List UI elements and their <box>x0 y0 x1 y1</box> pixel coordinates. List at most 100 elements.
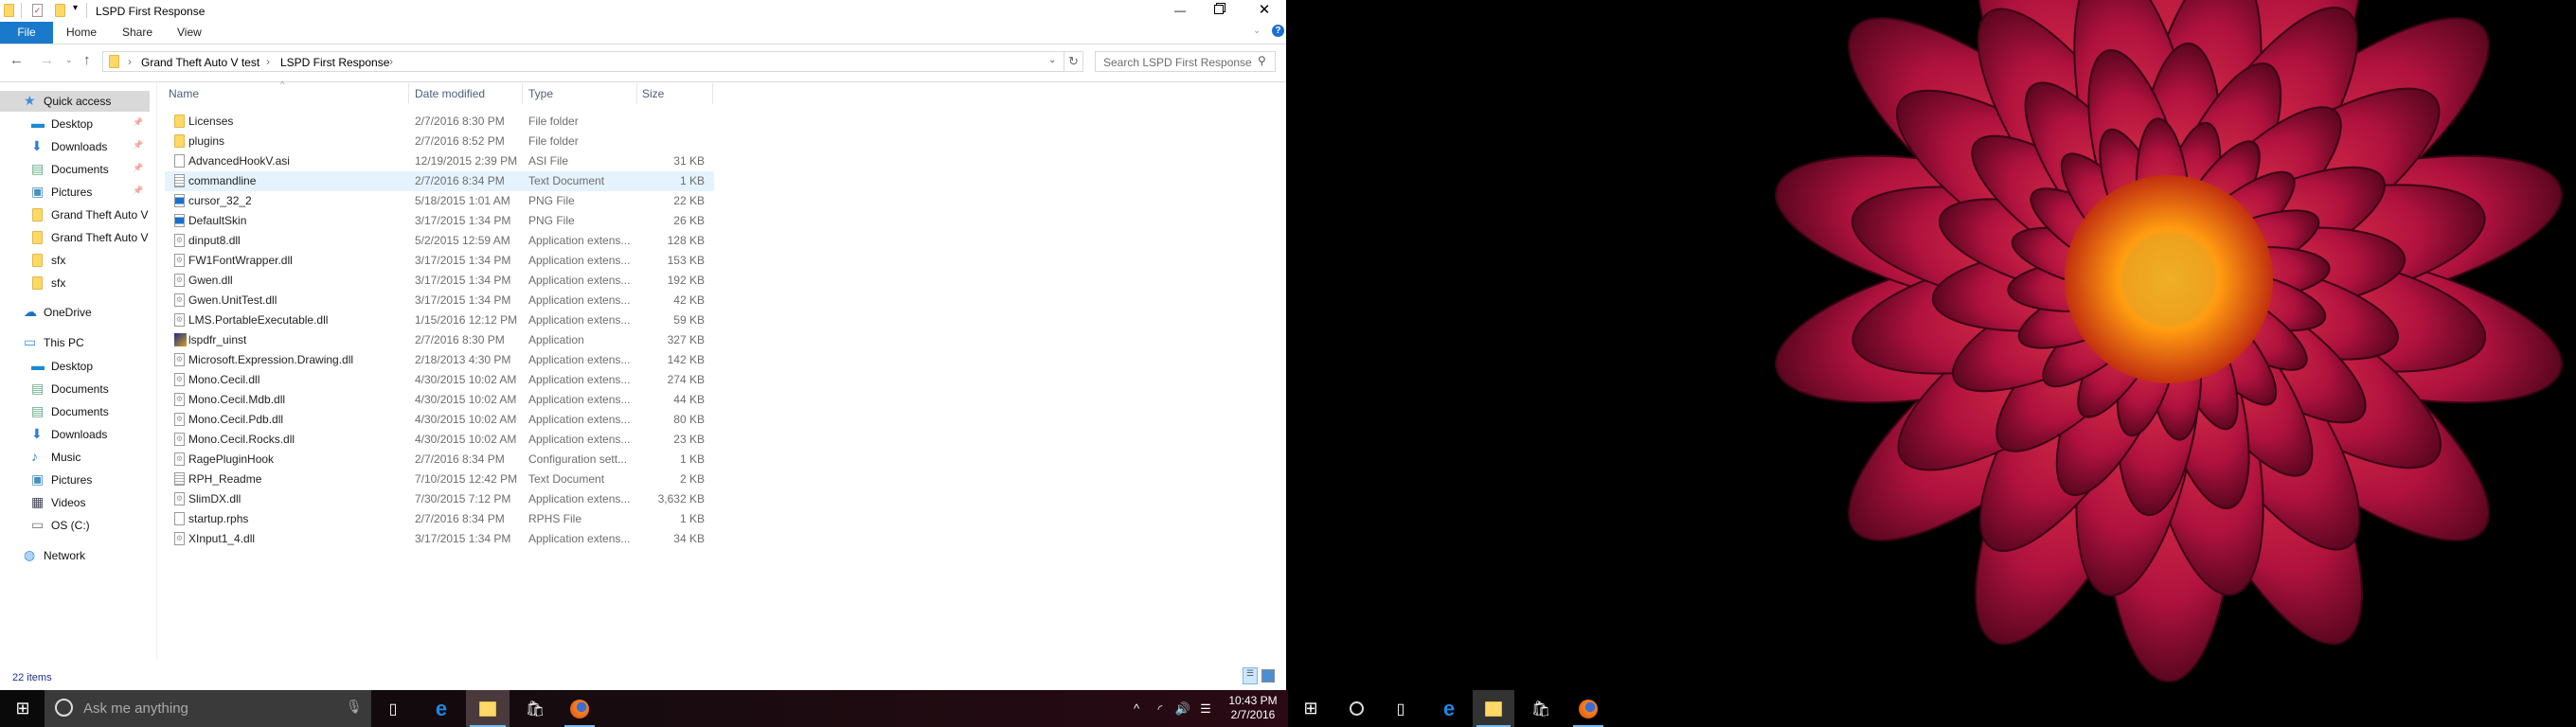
file-row[interactable]: ⚙ Gwen.dll 3/17/2015 1:34 PM Application ex… <box>165 271 714 291</box>
back-button[interactable]: ← <box>9 52 24 68</box>
up-button[interactable]: ↑ <box>83 52 91 68</box>
microphone-icon[interactable]: 🎙 <box>346 699 363 715</box>
address-dropdown-icon[interactable]: ⌄ <box>1048 55 1056 65</box>
nav-item[interactable]: ▬ Desktop 📌 <box>0 114 150 134</box>
clock[interactable]: 10:43 PM 2/7/2016 <box>1222 694 1284 722</box>
nav-item[interactable]: ▤ Documents <box>0 379 150 399</box>
cortana-search-box[interactable]: Ask me anything 🎙 <box>45 690 371 727</box>
file-explorer-taskbar-icon[interactable] <box>466 690 510 727</box>
forward-button[interactable]: → <box>40 52 54 68</box>
file-row[interactable]: ⚙ Mono.Cecil.Mdb.dll 4/30/2015 10:02 AM App… <box>165 390 714 410</box>
nav-item[interactable]: ⬇ Downloads 📌 <box>0 136 150 157</box>
task-view-button-secondary[interactable]: ▯ <box>1382 690 1420 727</box>
breadcrumb-gta[interactable]: Grand Theft Auto V test <box>141 56 259 69</box>
file-row[interactable]: cursor_32_2 5/18/2015 1:01 AM PNG File 22 K… <box>165 191 714 211</box>
pin-icon[interactable]: 📌 <box>133 117 143 128</box>
file-row[interactable]: ⚙ LMS.PortableExecutable.dll 1/15/2016 12:… <box>165 310 714 330</box>
large-icons-view-button[interactable] <box>1261 669 1275 683</box>
nav-item[interactable]: ▭ OS (C:) <box>0 515 150 536</box>
file-row[interactable]: ⚙ Microsoft.Expression.Drawing.dll 2/18/20… <box>165 350 714 370</box>
store-icon[interactable]: 🛍 <box>516 690 554 727</box>
column-divider[interactable] <box>636 83 637 104</box>
column-header-size[interactable]: Size <box>642 83 664 104</box>
nav-item[interactable]: ▤ Documents 📌 <box>0 159 150 180</box>
firefox-icon[interactable] <box>561 690 599 727</box>
file-row[interactable]: DefaultSkin 3/17/2015 1:34 PM PNG File 26 K… <box>165 211 714 231</box>
volume-icon[interactable]: 🔊 <box>1171 690 1195 727</box>
column-header-type[interactable]: Type <box>528 83 553 104</box>
nav-item[interactable]: ▣ Pictures <box>0 470 150 490</box>
close-button[interactable]: ✕ <box>1255 0 1274 21</box>
file-row[interactable]: commandline 2/7/2016 8:34 PM Text Document… <box>165 171 714 191</box>
customize-toolbar-icon[interactable]: ▾ <box>73 3 78 13</box>
tab-file[interactable]: File <box>0 22 53 44</box>
properties-icon[interactable]: ✓ <box>32 4 43 17</box>
file-row[interactable]: ⚙ XInput1_4.dll 3/17/2015 1:34 PM Applicati… <box>165 529 714 549</box>
nav-item[interactable]: ▬ Desktop <box>0 356 150 377</box>
search-icon[interactable]: ⚲ <box>1258 54 1266 67</box>
tab-home[interactable]: Home <box>66 22 97 44</box>
column-divider[interactable] <box>408 83 409 104</box>
nav-item[interactable]: ♪ Music <box>0 447 150 468</box>
cortana-search-input[interactable]: Ask me anything <box>83 700 188 717</box>
address-bar[interactable]: › Grand Theft Auto V test › LSPD First R… <box>102 51 1083 72</box>
nav-item[interactable]: ▭ This PC <box>0 332 150 353</box>
pin-icon[interactable]: 📌 <box>133 163 143 173</box>
search-box[interactable]: Search LSPD First Response ⚲ <box>1095 51 1276 72</box>
edge-icon[interactable]: e <box>1430 690 1468 727</box>
pin-icon[interactable]: 📌 <box>133 186 143 196</box>
file-row[interactable]: RPH_Readme 7/10/2015 12:42 PM Text Documen… <box>165 470 714 489</box>
nav-item[interactable]: ☁ OneDrive <box>0 302 150 323</box>
column-header-name[interactable]: Name <box>169 83 199 104</box>
file-row[interactable]: ⚙ Mono.Cecil.Rocks.dll 4/30/2015 10:02 AM A… <box>165 430 714 450</box>
action-center-icon[interactable]: ☰ <box>1193 690 1218 727</box>
file-row[interactable]: ⚙ FW1FontWrapper.dll 3/17/2015 1:34 PM Appl… <box>165 251 714 271</box>
tab-view[interactable]: View <box>177 22 202 44</box>
nav-item[interactable]: ▤ Documents <box>0 401 150 422</box>
firefox-icon[interactable] <box>1569 690 1607 727</box>
nav-item[interactable]: Grand Theft Auto V <box>0 227 150 248</box>
store-icon[interactable]: 🛍 <box>1522 690 1560 727</box>
file-row[interactable]: plugins 2/7/2016 8:52 PM File folder <box>165 132 714 151</box>
nav-item[interactable]: ⬇ Downloads <box>0 424 150 445</box>
expand-ribbon-icon[interactable]: ⌄ <box>1253 26 1261 36</box>
column-divider[interactable] <box>522 83 523 104</box>
search-input[interactable]: Search LSPD First Response <box>1103 56 1252 69</box>
pin-icon[interactable]: 📌 <box>133 140 143 151</box>
nav-item[interactable]: sfx <box>0 273 150 293</box>
edge-icon[interactable]: e <box>422 690 460 727</box>
column-divider[interactable] <box>712 83 713 104</box>
task-view-button[interactable]: ▯ <box>374 690 412 727</box>
nav-item[interactable]: ▣ Pictures 📌 <box>0 182 150 203</box>
file-row[interactable]: ⚙ Mono.Cecil.dll 4/30/2015 10:02 AM Applica… <box>165 370 714 390</box>
tab-share[interactable]: Share <box>122 22 152 44</box>
file-row[interactable]: AdvancedHookV.asi 12/19/2015 2:39 PM ASI F… <box>165 151 714 171</box>
nav-item[interactable]: Grand Theft Auto V <box>0 204 150 225</box>
network-icon[interactable]: ◜ <box>1148 690 1172 727</box>
file-row[interactable]: lspdfr_uinst 2/7/2016 8:30 PM Application 3… <box>165 330 714 350</box>
file-explorer-taskbar-icon-secondary[interactable] <box>1473 690 1514 727</box>
file-row[interactable]: ⚙ Mono.Cecil.Pdb.dll 4/30/2015 10:02 AM App… <box>165 410 714 430</box>
cortana-button[interactable] <box>1337 690 1375 727</box>
start-button-secondary[interactable]: ⊞ <box>1292 690 1330 727</box>
new-folder-icon[interactable] <box>55 4 65 17</box>
details-view-button[interactable]: ☰ <box>1243 667 1258 684</box>
file-row[interactable]: ⚙ dinput8.dll 5/2/2015 12:59 AM Application… <box>165 231 714 251</box>
show-hidden-icons[interactable]: ^ <box>1124 690 1149 727</box>
start-button[interactable]: ⊞ <box>4 690 42 727</box>
nav-item[interactable]: sfx <box>0 250 150 271</box>
restore-button[interactable] <box>1214 5 1224 14</box>
file-row[interactable]: ⚙ Gwen.UnitTest.dll 3/17/2015 1:34 PM Appli… <box>165 291 714 310</box>
minimize-button[interactable]: — <box>1171 0 1190 21</box>
refresh-icon[interactable]: ↻ <box>1068 54 1079 69</box>
file-row[interactable]: Licenses 2/7/2016 8:30 PM File folder <box>165 112 714 132</box>
recent-locations-icon[interactable]: ⌄ <box>65 55 73 65</box>
file-row[interactable]: ⚙ SlimDX.dll 7/30/2015 7:12 PM Application … <box>165 489 714 509</box>
breadcrumb-lspdfr[interactable]: LSPD First Response <box>280 56 389 69</box>
file-row[interactable]: startup.rphs 2/7/2016 8:34 PM RPHS File 1 K… <box>165 509 714 529</box>
file-row[interactable]: ⚙ RagePluginHook 2/7/2016 8:34 PM Configura… <box>165 450 714 470</box>
help-icon[interactable]: ? <box>1272 25 1284 37</box>
nav-item[interactable]: ▦ Videos <box>0 492 150 513</box>
nav-item[interactable]: ★ Quick access <box>0 91 150 112</box>
nav-item[interactable]: ◍ Network <box>0 545 150 566</box>
